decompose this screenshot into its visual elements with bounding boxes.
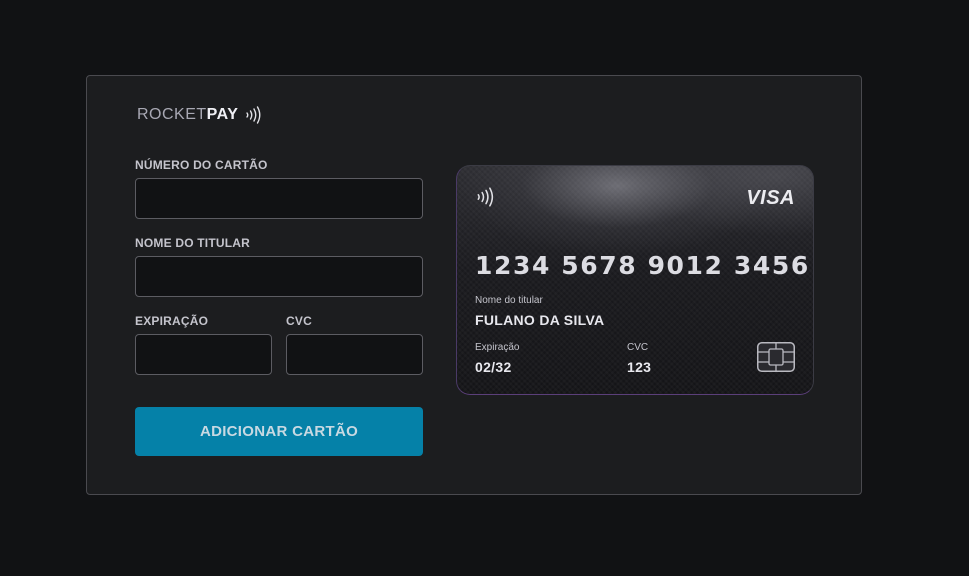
expiration-label: EXPIRAÇÃO (135, 314, 209, 328)
holder-name-label: NOME DO TITULAR (135, 236, 250, 250)
contactless-icon (475, 186, 497, 213)
logo-text-rocket: ROCKET (137, 106, 207, 123)
payment-panel: ROCKET PAY NÚMERO DO CARTÃO NOME DO TITU… (86, 75, 862, 495)
cvc-label: CVC (286, 314, 312, 328)
card-cvc-display: 123 (627, 359, 652, 375)
card-expiration-caption: Expiração (475, 342, 520, 353)
card-preview: VISA 1234 5678 9012 3456 Nome do titular… (456, 165, 814, 395)
card-holder-display: FULANO DA SILVA (475, 312, 605, 328)
add-card-button[interactable]: ADICIONAR CARTÃO (135, 407, 423, 456)
holder-name-input[interactable] (135, 256, 423, 297)
card-number-input[interactable] (135, 178, 423, 219)
card-number-display: 1234 5678 9012 3456 (475, 251, 810, 280)
expiration-input[interactable] (135, 334, 272, 375)
chip-icon (757, 342, 795, 377)
card-cvc-caption: CVC (627, 342, 649, 353)
contactless-icon (244, 105, 264, 125)
rocketpay-logo: ROCKET PAY (137, 104, 264, 126)
card-expiration-display: 02/32 (475, 359, 512, 375)
cvc-input[interactable] (286, 334, 423, 375)
card-number-label: NÚMERO DO CARTÃO (135, 158, 268, 172)
card-holder-caption: Nome do titular (475, 295, 543, 306)
logo-text-pay: PAY (206, 106, 239, 123)
card-brand-logo: VISA (746, 187, 795, 209)
